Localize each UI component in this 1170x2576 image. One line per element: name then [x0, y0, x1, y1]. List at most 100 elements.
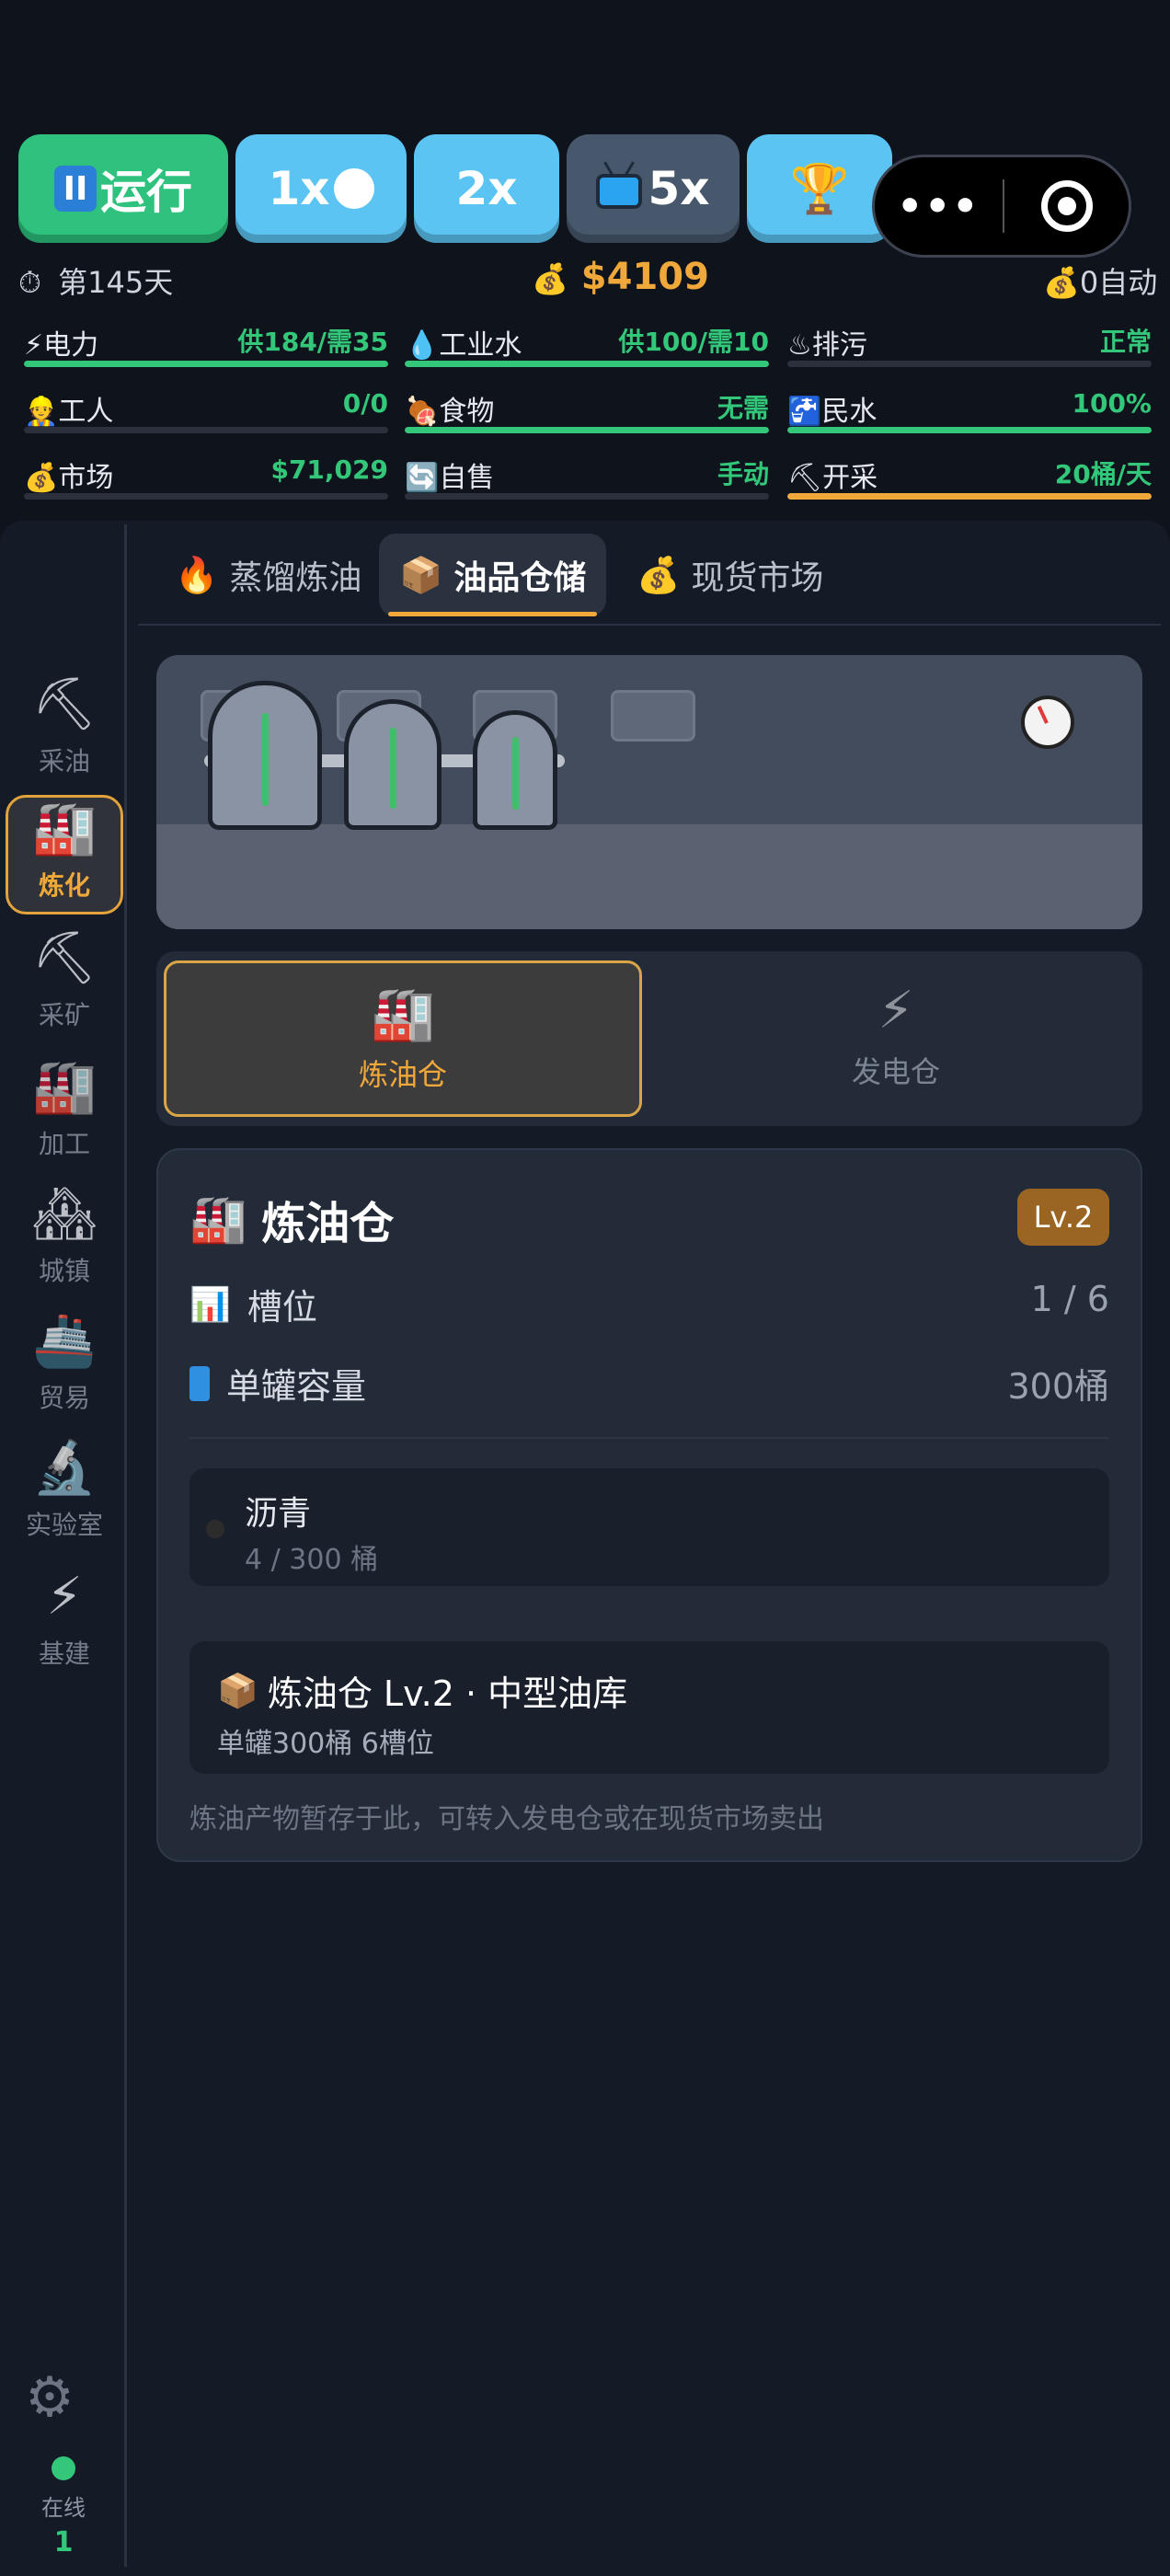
stat-icon: 🔄 [405, 462, 440, 494]
stat-label: 食物 [439, 396, 495, 428]
stat-value: 20桶/天 [1054, 459, 1152, 489]
stat-bar-fill [405, 361, 769, 367]
speed-5x-ad-button[interactable]: 5x [567, 134, 740, 243]
fire-icon: 🔥 [175, 554, 219, 595]
microscope-icon: 🔬 [32, 1438, 97, 1498]
stat-value: 0/0 [342, 388, 388, 419]
sidebar-item-mining[interactable]: ⛏ 采矿 [6, 927, 123, 1047]
bar-chart-icon: 📊 [189, 1285, 231, 1324]
pause-icon: II [54, 166, 97, 212]
storage-slot[interactable]: 沥青 4 / 300 桶 [189, 1468, 1109, 1586]
money-bag-icon: 💰 [1043, 265, 1080, 300]
online-count: 1 [53, 2526, 74, 2559]
tab-label: 蒸馏炼油 [229, 559, 362, 597]
stat-bar [405, 493, 769, 500]
stat-pollution: ♨排污 正常 [787, 322, 1152, 370]
tab-storage[interactable]: 📦 油品仓储 [379, 534, 607, 616]
factory-icon: 🏭 [189, 1191, 247, 1246]
stat-bar-fill [405, 427, 769, 433]
capacity-row: 单罐容量 300桶 [189, 1358, 1109, 1407]
slots-label: 槽位 [247, 1287, 317, 1328]
close-capsule-button[interactable] [1004, 180, 1129, 232]
mini-program-capsule: ••• [872, 155, 1131, 258]
stat-icon: 💧 [405, 329, 440, 362]
card-title: 🏭 炼油仓 [189, 1187, 394, 1251]
card-title-text: 炼油仓 [261, 1198, 395, 1249]
sidebar-item-processing[interactable]: 🏭 加工 [6, 1056, 123, 1176]
oil-tank [208, 681, 322, 830]
stat-value: 供184/需35 [237, 327, 388, 357]
stat-icon: ♨ [787, 329, 812, 362]
stat-value: 手动 [717, 459, 769, 489]
money-bag-icon: 💰 [637, 554, 681, 595]
slots-row: 📊 槽位 1 / 6 [189, 1279, 1109, 1328]
slot-product-name: 沥青 [245, 1495, 312, 1533]
package-icon: 📦 [399, 554, 443, 595]
battery-icon [189, 1365, 210, 1401]
sidebar-item-oil[interactable]: ⛏ 采油 [6, 673, 123, 793]
stat-value: $71,029 [270, 454, 388, 485]
gear-icon[interactable]: ⚙ [20, 2368, 79, 2427]
sidebar-item-lab[interactable]: 🔬 实验室 [6, 1437, 123, 1557]
sidebar-item-trade[interactable]: 🚢 贸易 [6, 1310, 123, 1430]
sidebar-item-town[interactable]: 🏘 城镇 [6, 1183, 123, 1303]
stat-bar [787, 361, 1152, 367]
stat-bar-fill [787, 427, 1152, 433]
sidebar-item-label: 基建 [38, 1639, 90, 1669]
stat-industrial-water: 💧工业水 供100/需10 [405, 322, 769, 370]
stat-label: 自售 [439, 462, 495, 494]
speed-2x-button[interactable]: 2x [414, 134, 559, 243]
auto-label: 0自动 [1079, 265, 1158, 300]
sub-tabs: 🔥 蒸馏炼油 📦 油品仓储 💰 现货市场 [138, 526, 1161, 626]
sidebar-item-refining[interactable]: 🏭 炼化 [6, 795, 123, 914]
upgrade-subtitle: 单罐300桶 6槽位 [217, 1728, 434, 1760]
run-label: 运行 [100, 166, 192, 219]
stat-icon: ⛏ [787, 462, 823, 494]
tab-distillation[interactable]: 🔥 蒸馏炼油 [155, 534, 382, 616]
stat-icon: ⚡ [24, 329, 44, 362]
active-dot-icon [333, 168, 374, 209]
stat-label: 排污 [811, 329, 867, 362]
auto-sell-counter[interactable]: 💰0自动 [1043, 259, 1157, 302]
oil-tank [344, 699, 442, 830]
slot-amount: 4 / 300 桶 [245, 1544, 379, 1576]
speed-1x-button[interactable]: 1x [235, 134, 407, 243]
stat-label: 工人 [58, 396, 114, 428]
tab-label: 现货市场 [691, 559, 824, 597]
factory-icon: 🏭 [371, 984, 435, 1044]
stat-bar-fill [787, 493, 1152, 500]
tab-spot-market[interactable]: 💰 现货市场 [616, 534, 843, 616]
sidebar-item-infrastructure[interactable]: ⚡ 基建 [6, 1566, 123, 1685]
hint-text: 炼油产物暂存于此，可转入发电仓或在现货市场卖出 [189, 1803, 824, 1835]
sidebar-item-label: 实验室 [25, 1510, 103, 1540]
online-status-dot [52, 2456, 75, 2480]
stat-bar [24, 427, 388, 433]
refinery-warehouse-option[interactable]: 🏭 炼油仓 [164, 960, 642, 1117]
sidebar-item-label: 采油 [38, 746, 90, 776]
stat-bar [787, 493, 1152, 500]
stat-label: 开采 [822, 462, 878, 494]
stat-label: 民水 [821, 396, 878, 428]
product-color-dot [206, 1520, 224, 1538]
lightning-icon: ⚡ [46, 1567, 83, 1627]
stat-civil-water: 🚰民水 100% [787, 388, 1152, 436]
power-warehouse-option[interactable]: ⚡ 发电仓 [657, 960, 1135, 1117]
stat-workers: 👷工人 0/0 [24, 388, 388, 436]
package-icon: 📦 [217, 1672, 258, 1710]
pressure-gauge-icon [1021, 696, 1074, 749]
run-button[interactable]: II 运行 [18, 134, 228, 243]
stopwatch-icon: ⏱ [18, 265, 41, 300]
stat-bar [787, 427, 1152, 433]
option-label: 炼油仓 [358, 1057, 447, 1092]
warehouse-card: 🏭 炼油仓 Lv.2 📊 槽位 1 / 6 单罐容量 300桶 沥青 4 / 30… [156, 1148, 1142, 1862]
trophy-button[interactable]: 🏆 [747, 134, 892, 243]
tab-label: 油品仓储 [453, 559, 587, 597]
stat-value: 正常 [1099, 327, 1152, 357]
speed-1x-label: 1x [268, 162, 330, 215]
factory-icon: 🏭 [32, 1057, 97, 1117]
online-label: 在线 [41, 2495, 86, 2521]
more-menu-button[interactable]: ••• [875, 183, 1003, 230]
storage-scene-illustration [156, 655, 1142, 929]
upgrade-title: 炼油仓 Lv.2 · 中型油库 [267, 1673, 628, 1714]
stat-power: ⚡电力 供184/需35 [24, 322, 388, 370]
